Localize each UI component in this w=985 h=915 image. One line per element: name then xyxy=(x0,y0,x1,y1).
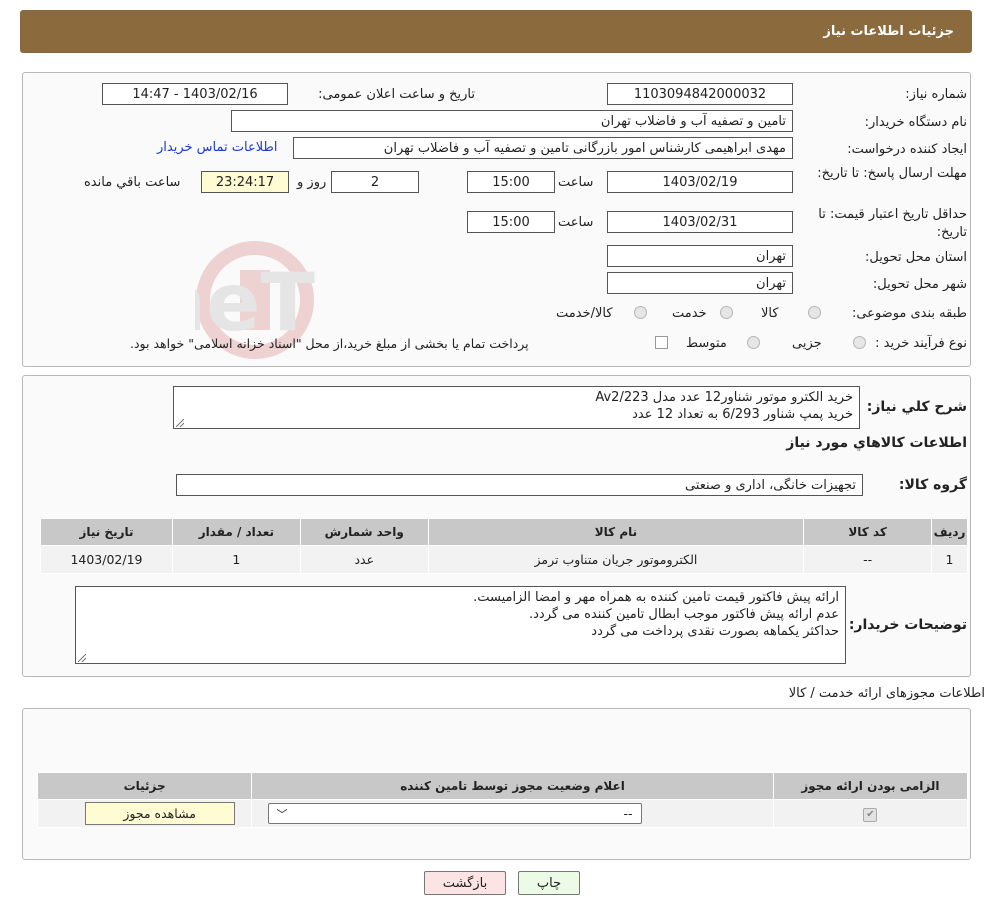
cell-unit: عدد xyxy=(299,545,429,574)
deadline-time-label: ساعت xyxy=(558,175,594,190)
chevron-down-icon: ﹀ xyxy=(276,807,288,821)
buyer-org-label: نام دستگاه خریدار: xyxy=(864,115,967,130)
process-option-medium: متوسط xyxy=(686,336,727,351)
category-radio-goods-service[interactable] xyxy=(634,306,647,319)
deadline-label: مهلت ارسال پاسخ: تا تاریخ: xyxy=(817,166,967,181)
page-header: جزئیات اطلاعات نیاز xyxy=(20,10,972,53)
goods-table: رديف کد کالا نام کالا واحد شمارش تعداد /… xyxy=(40,518,968,574)
print-button[interactable]: چاپ xyxy=(518,871,580,895)
col-permit-details: جزئیات xyxy=(36,772,253,800)
days-label: روز و xyxy=(297,175,327,190)
process-radio-minor[interactable] xyxy=(853,336,866,349)
summary-line-2: خرید پمپ شناور 6/293 به تعداد 12 عدد xyxy=(632,407,853,422)
province-label: استان محل تحویل: xyxy=(865,250,967,265)
process-label: نوع فرآیند خرید : xyxy=(875,336,967,351)
cell-qty: 1 xyxy=(171,545,301,574)
col-date: تاریخ نیاز xyxy=(40,518,173,546)
col-unit: واحد شمارش xyxy=(299,518,429,546)
permit-required-checkbox: ✔ xyxy=(863,808,878,822)
summary-line-1: خرید الکترو موتور شناور12 عدد مدل Av2/22… xyxy=(595,390,853,405)
process-option-minor: جزیی xyxy=(792,336,822,351)
validity-label: حداقل تاریخ اعتبار قیمت: تا تاریخ: xyxy=(818,207,967,240)
permit-status-select-value: -- xyxy=(623,806,633,821)
col-permit-required: الزامی بودن ارائه مجوز xyxy=(772,772,969,800)
view-permit-button[interactable]: مشاهده مجوز xyxy=(84,802,235,825)
buyer-note-line-1: ارائه پیش فاکتور قیمت تامین کننده به همر… xyxy=(473,590,839,605)
cell-name: الکتروموتور جریان متناوب ترمز xyxy=(427,545,805,574)
need-number-label: شماره نیاز: xyxy=(905,87,967,102)
goods-table-header: رديف کد کالا نام کالا واحد شمارش تعداد /… xyxy=(40,518,968,546)
contact-buyer-link[interactable]: اطلاعات تماس خریدار xyxy=(157,140,277,155)
announce-field: 1403/02/16 - 14:47 xyxy=(102,83,288,105)
cell-date: 1403/02/19 xyxy=(40,545,173,574)
deadline-time-field: 15:00 xyxy=(467,171,555,193)
remaining-time-field: 23:24:17 xyxy=(201,171,289,193)
col-row: رديف xyxy=(931,518,968,546)
category-option-goods-service: کالا/خدمت xyxy=(556,306,613,321)
cell-row: 1 xyxy=(931,545,968,574)
permit-status-cell: -- ﹀ xyxy=(251,799,774,828)
validity-time-field: 15:00 xyxy=(467,211,555,233)
process-note: پرداخت تمام یا بخشی از مبلغ خرید،از محل … xyxy=(130,336,529,351)
permit-details-cell: مشاهده مجوز xyxy=(36,799,253,828)
need-number-field: 1103094842000032 xyxy=(607,83,793,105)
col-permit-status: اعلام وضعیت مجوز توسط تامین کننده xyxy=(251,772,774,800)
permits-table-header: الزامی بودن ارائه مجوز اعلام وضعیت مجوز … xyxy=(36,772,969,800)
category-radio-goods[interactable] xyxy=(808,306,821,319)
validity-time-label: ساعت xyxy=(558,215,594,230)
page-title: جزئیات اطلاعات نیاز xyxy=(823,24,954,39)
summary-textarea[interactable]: خرید الکترو موتور شناور12 عدد مدل Av2/22… xyxy=(173,386,860,429)
requester-field: مهدی ابراهیمی کارشناس امور بازرگانی تامی… xyxy=(293,137,793,159)
province-field: تهران xyxy=(607,245,793,267)
category-option-service: خدمت xyxy=(672,306,707,321)
permit-status-select[interactable]: -- ﹀ xyxy=(267,803,642,824)
table-row: 1 -- الکتروموتور جریان متناوب ترمز عدد 1… xyxy=(40,545,968,574)
permit-required-cell: ✔ xyxy=(772,799,969,828)
remaining-label: ساعت باقي مانده xyxy=(84,175,181,190)
treasury-checkbox[interactable] xyxy=(655,336,668,349)
buyer-notes-label: توضيحات خريدار: xyxy=(848,617,967,633)
goods-info-title: اطلاعات کالاهاي مورد نياز xyxy=(786,435,967,451)
category-label: طبقه بندی موضوعی: xyxy=(851,306,967,321)
permits-table: الزامی بودن ارائه مجوز اعلام وضعیت مجوز … xyxy=(36,772,969,828)
back-button[interactable]: بازگشت xyxy=(424,871,506,895)
col-code: کد کالا xyxy=(803,518,933,546)
city-field: تهران xyxy=(607,272,793,294)
buyer-org-field: تامین و تصفیه آب و فاضلاب تهران xyxy=(231,110,793,132)
days-field: 2 xyxy=(331,171,419,193)
city-label: شهر محل تحویل: xyxy=(872,277,967,292)
announce-label: تاریخ و ساعت اعلان عمومی: xyxy=(318,87,475,102)
category-radio-service[interactable] xyxy=(720,306,733,319)
summary-label: شرح کلي نياز: xyxy=(866,399,967,415)
buyer-note-line-2: عدم ارائه پیش فاکتور موجب ابطال تامین کن… xyxy=(529,607,839,622)
requester-label: ایجاد کننده درخواست: xyxy=(847,142,967,157)
col-qty: تعداد / مقدار xyxy=(171,518,301,546)
process-radio-medium[interactable] xyxy=(747,336,760,349)
resize-handle[interactable] xyxy=(176,419,184,427)
col-name: نام کالا xyxy=(427,518,805,546)
category-option-goods: کالا xyxy=(761,306,779,321)
buyer-note-line-3: حداکثر یکماهه بصورت نقدی پرداخت می گردد xyxy=(591,624,839,639)
goods-group-label: گروه کالا: xyxy=(898,477,967,493)
goods-group-field: تجهیزات خانگی، اداری و صنعتی xyxy=(176,474,863,496)
buyer-notes-textarea[interactable]: ارائه پیش فاکتور قیمت تامین کننده به همر… xyxy=(75,586,846,664)
deadline-date-field: 1403/02/19 xyxy=(607,171,793,193)
validity-date-field: 1403/02/31 xyxy=(607,211,793,233)
permits-section-title: اطلاعات مجوزهای ارائه خدمت / کالا xyxy=(788,686,985,701)
resize-handle[interactable] xyxy=(78,654,86,662)
cell-code: -- xyxy=(803,545,933,574)
table-row: ✔ -- ﹀ مشاهده مجوز xyxy=(36,799,969,828)
